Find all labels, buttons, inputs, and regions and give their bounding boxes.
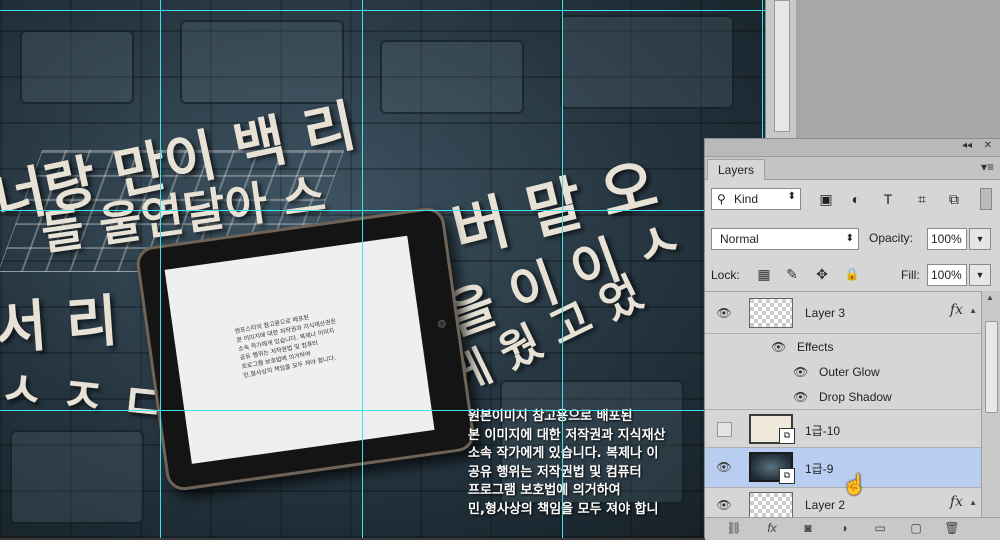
- dropdown-arrow-icon: ⬍: [845, 233, 854, 244]
- visibility-eye-icon[interactable]: 👁: [715, 498, 733, 512]
- visibility-eye-icon[interactable]: 👁: [793, 390, 808, 404]
- close-icon[interactable]: ✕: [984, 140, 992, 151]
- fill-slider-button[interactable]: ▼: [969, 264, 991, 286]
- new-adjustment-icon[interactable]: ◑: [835, 521, 853, 535]
- search-icon: ⚲: [717, 192, 726, 206]
- notice-line: 프로그램 보호법에 의거하여: [468, 483, 621, 498]
- layer-name[interactable]: Layer 2: [805, 498, 845, 512]
- effect-row-outer-glow[interactable]: 👁 Outer Glow: [705, 359, 981, 384]
- canvas-scrollbar-thumb[interactable]: [774, 0, 790, 132]
- add-mask-icon[interactable]: ◙: [799, 521, 817, 535]
- lock-transparent-icon[interactable]: ▦: [755, 265, 773, 283]
- visibility-toggle-off[interactable]: [717, 422, 732, 437]
- layer-name[interactable]: Layer 3: [805, 306, 845, 320]
- guide-horizontal[interactable]: [0, 410, 765, 411]
- effects-label: Effects: [797, 340, 834, 354]
- layer-row-layer-3[interactable]: 👁 Layer 3 fx ▲: [705, 292, 981, 334]
- effect-name: Drop Shadow: [819, 390, 892, 404]
- tablet-camera: [437, 319, 447, 329]
- kind-filter-select[interactable]: ⚲ Kind ⬍: [711, 188, 801, 210]
- collapse-icon[interactable]: ◂◂: [962, 140, 972, 151]
- smart-object-icon: ⧉: [779, 468, 795, 484]
- expand-effects-icon[interactable]: ▲: [969, 498, 977, 507]
- layer-row-1급-10[interactable]: ⧉ 1급-10: [705, 410, 981, 448]
- panel-title-bar[interactable]: ◂◂ ✕: [705, 139, 1000, 157]
- layer-list-scrollbar[interactable]: ▲: [981, 291, 1000, 517]
- guide-horizontal[interactable]: [0, 210, 765, 211]
- effect-name: Outer Glow: [819, 365, 880, 379]
- fill-label: Fill:: [901, 268, 920, 282]
- adjustment-filter-icon[interactable]: ◐: [847, 190, 865, 208]
- guide-horizontal[interactable]: [0, 10, 765, 11]
- opacity-label: Opacity:: [869, 231, 914, 245]
- visibility-eye-icon[interactable]: 👁: [715, 306, 733, 320]
- tablet-screen-text: 엔포스터의 참고용으로 배포된 본 이미지에 대한 저작권과 지식재산권은 소속…: [234, 313, 337, 380]
- panel-bottom-bar: ⛓ fx ◙ ◑ ▭ ▢ 🗑: [705, 517, 1000, 540]
- tablet-screen: 엔포스터의 참고용으로 배포된 본 이미지에 대한 저작권과 지식재산권은 소속…: [164, 235, 435, 464]
- canvas-scrollbar[interactable]: [765, 0, 796, 140]
- lock-image-icon[interactable]: ✎: [783, 265, 801, 283]
- pixel-filter-icon[interactable]: ▣: [817, 190, 835, 208]
- kind-label: Kind: [734, 192, 759, 206]
- blend-mode-value: Normal: [720, 232, 759, 246]
- tablet-mockup: 엔포스터의 참고용으로 배포된 본 이미지에 대한 저작권과 지식재산권은 소속…: [134, 205, 477, 493]
- visibility-eye-icon[interactable]: 👁: [771, 340, 786, 354]
- new-layer-icon[interactable]: ▢: [907, 521, 925, 535]
- guide-vertical[interactable]: [362, 0, 363, 538]
- link-layers-icon[interactable]: ⛓: [725, 521, 743, 535]
- fx-icon[interactable]: fx: [950, 494, 963, 510]
- notice-line: 공유 행위는 저작권법 및 컴퓨터: [468, 464, 642, 480]
- add-style-icon[interactable]: fx: [763, 521, 781, 535]
- stone-texture: [380, 40, 524, 114]
- fx-icon[interactable]: fx: [950, 302, 963, 318]
- layer-thumbnail: [749, 492, 793, 518]
- notice-line: 본 이미지에 대한 저작권과 지식재산: [468, 427, 666, 443]
- visibility-eye-icon[interactable]: 👁: [793, 365, 808, 379]
- document-canvas[interactable]: 너랑 만이 백 리 들 울연달아 스 버 말 오 을 이 이 ㅅ 서 리 게 웠…: [0, 0, 765, 538]
- panel-menu-icon[interactable]: ▾≡: [981, 160, 994, 174]
- visibility-eye-icon[interactable]: 👁: [715, 460, 733, 474]
- fill-input[interactable]: 100%: [927, 264, 967, 286]
- layer-list-scrollbar-thumb[interactable]: [985, 321, 998, 413]
- shape-filter-icon[interactable]: ⌗: [913, 190, 931, 208]
- lock-label: Lock:: [711, 268, 740, 282]
- dropdown-arrow-icon: ⬍: [787, 191, 796, 202]
- layer-thumbnail: [749, 298, 793, 328]
- effect-row-drop-shadow[interactable]: 👁 Drop Shadow: [705, 384, 981, 410]
- smart-object-icon: ⧉: [779, 428, 795, 444]
- scroll-up-icon[interactable]: ▲: [986, 293, 994, 302]
- delete-layer-icon[interactable]: 🗑: [943, 521, 961, 535]
- guide-vertical[interactable]: [562, 0, 563, 538]
- filter-toggle[interactable]: [980, 188, 992, 210]
- lock-position-icon[interactable]: ✥: [813, 265, 831, 283]
- notice-line: 소속 작가에게 있습니다. 복제나 이: [468, 446, 659, 461]
- new-group-icon[interactable]: ▭: [871, 521, 889, 535]
- panel-tab-bar: Layers ▾≡: [705, 157, 1000, 180]
- opacity-slider-button[interactable]: ▼: [969, 228, 991, 250]
- type-filter-icon[interactable]: T: [879, 190, 897, 208]
- blend-mode-select[interactable]: Normal ⬍: [711, 228, 859, 250]
- layer-name[interactable]: 1급-10: [805, 422, 840, 439]
- hand-cursor-icon: ☝: [842, 474, 867, 496]
- notice-line: 민,형사상의 책임을 모두 져야 합니: [468, 501, 659, 517]
- layer-name[interactable]: 1급-9: [805, 460, 833, 477]
- smart-object-filter-icon[interactable]: ⧉: [945, 190, 963, 208]
- copyright-notice: 원본이미지 참고용으로 배포된 본 이미지에 대한 저작권과 지식재산 소속 작…: [468, 408, 666, 519]
- lock-all-icon[interactable]: 🔒: [843, 265, 861, 283]
- effects-group-row[interactable]: 👁 Effects: [705, 334, 981, 359]
- stone-texture: [20, 30, 134, 104]
- stone-texture: [560, 15, 734, 109]
- stone-texture: [10, 430, 144, 524]
- expand-effects-icon[interactable]: ▲: [969, 306, 977, 315]
- opacity-input[interactable]: 100%: [927, 228, 967, 250]
- guide-vertical[interactable]: [160, 0, 161, 538]
- tab-layers[interactable]: Layers: [707, 159, 766, 180]
